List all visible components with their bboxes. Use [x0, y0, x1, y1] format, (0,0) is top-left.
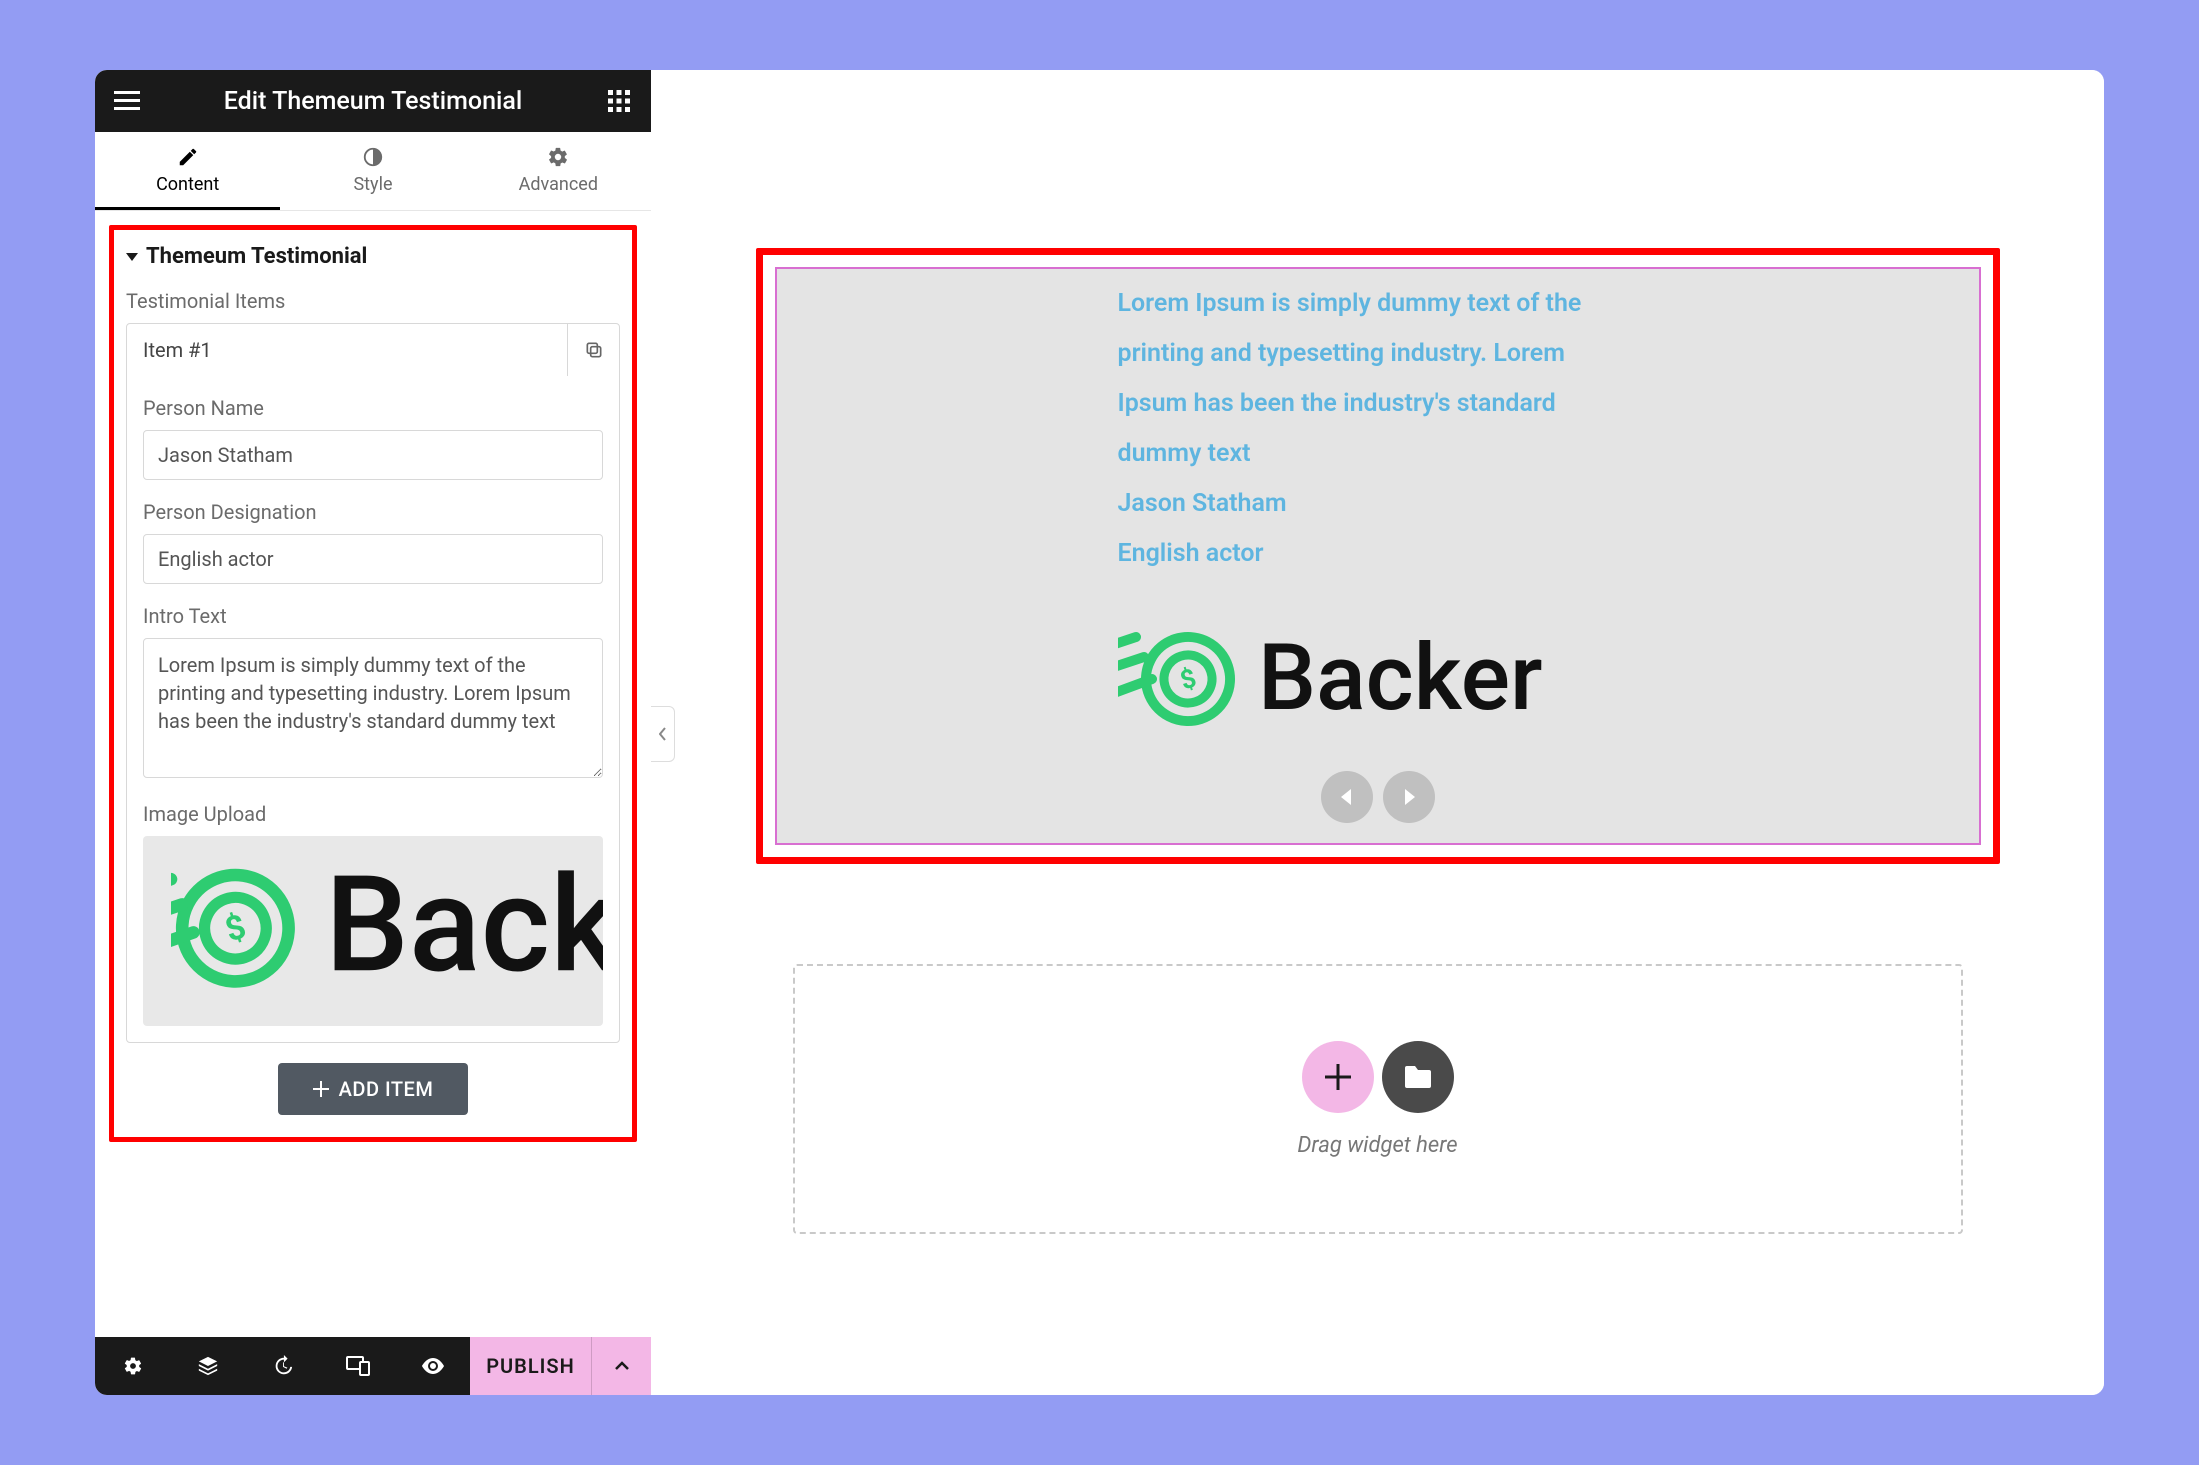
testimonial-designation: English actor	[1118, 529, 1638, 579]
slider-next-button[interactable]	[1383, 771, 1435, 823]
add-item-button[interactable]: ADD ITEM	[278, 1063, 468, 1115]
uploaded-image-preview: $ Back	[171, 837, 603, 1025]
intro-textarea[interactable]: Lorem Ipsum is simply dummy text of the …	[143, 638, 603, 778]
dropzone-text: Drag widget here	[1297, 1133, 1457, 1158]
logo-text: Backer	[1258, 625, 1543, 732]
template-library-button[interactable]	[1382, 1041, 1454, 1113]
designation-label: Person Designation	[143, 500, 603, 524]
designation-input[interactable]	[143, 534, 603, 584]
person-name-label: Person Name	[143, 396, 603, 420]
pencil-icon	[95, 146, 280, 168]
tab-content[interactable]: Content	[95, 132, 280, 210]
svg-text:Back: Back	[325, 848, 603, 1003]
panel-body: Themeum Testimonial Testimonial Items It…	[95, 211, 651, 1337]
widgets-grid-icon[interactable]	[601, 83, 637, 119]
sidebar-title: Edit Themeum Testimonial	[145, 87, 601, 116]
plus-icon	[1325, 1064, 1351, 1090]
image-upload-label: Image Upload	[143, 802, 603, 826]
testimonial-name: Jason Statham	[1118, 479, 1638, 529]
image-upload-area[interactable]: $ Back	[143, 836, 603, 1026]
items-label: Testimonial Items	[126, 289, 620, 313]
drop-zone[interactable]: Drag widget here	[793, 964, 1963, 1234]
highlight-box-canvas: Lorem Ipsum is simply dummy text of the …	[756, 248, 2000, 864]
testimonial-widget[interactable]: Lorem Ipsum is simply dummy text of the …	[775, 267, 1981, 845]
section-title: Themeum Testimonial	[146, 244, 367, 269]
canvas: Lorem Ipsum is simply dummy text of the …	[651, 70, 2104, 1395]
section-header[interactable]: Themeum Testimonial	[126, 244, 620, 269]
tab-style[interactable]: Style	[280, 132, 465, 210]
repeater-item-title: Item #1	[127, 338, 567, 362]
testimonial-content: Lorem Ipsum is simply dummy text of the …	[1118, 279, 1638, 579]
repeater-item-body: Person Name Person Designation Intro Tex…	[127, 376, 619, 1042]
bottom-toolbar: PUBLISH	[95, 1337, 651, 1395]
add-section-button[interactable]	[1302, 1041, 1374, 1113]
testimonial-image: $ Backer	[797, 607, 1959, 747]
slider-navigation	[797, 771, 1959, 823]
dropzone-buttons	[1302, 1041, 1454, 1113]
highlight-box-sidebar: Themeum Testimonial Testimonial Items It…	[109, 225, 637, 1142]
publish-button[interactable]: PUBLISH	[470, 1337, 591, 1395]
sidebar-collapse-handle[interactable]	[651, 706, 675, 762]
repeater-item: Item #1 Person Name Person Designation I…	[126, 323, 620, 1043]
tab-advanced[interactable]: Advanced	[466, 132, 651, 210]
person-name-input[interactable]	[143, 430, 603, 480]
publish-label: PUBLISH	[486, 1354, 575, 1378]
tab-label: Content	[156, 174, 219, 195]
repeater-item-header[interactable]: Item #1	[127, 324, 619, 376]
publish-options-button[interactable]	[591, 1337, 651, 1395]
contrast-icon	[280, 146, 465, 168]
intro-label: Intro Text	[143, 604, 603, 628]
tab-label: Advanced	[519, 174, 598, 195]
folder-icon	[1405, 1066, 1431, 1088]
sidebar-header: Edit Themeum Testimonial	[95, 70, 651, 132]
caret-down-icon	[126, 253, 138, 261]
editor-sidebar: Edit Themeum Testimonial Content Style	[95, 70, 651, 1395]
duplicate-icon[interactable]	[567, 324, 619, 376]
responsive-icon[interactable]	[320, 1337, 395, 1395]
hamburger-icon[interactable]	[109, 83, 145, 119]
editor-tabs: Content Style Advanced	[95, 132, 651, 211]
navigator-icon[interactable]	[170, 1337, 245, 1395]
app-frame: Edit Themeum Testimonial Content Style	[95, 70, 2104, 1395]
svg-text:$: $	[1176, 663, 1199, 696]
preview-icon[interactable]	[395, 1337, 470, 1395]
tab-label: Style	[353, 174, 392, 195]
slider-prev-button[interactable]	[1321, 771, 1373, 823]
svg-text:$: $	[220, 907, 250, 950]
gear-icon	[466, 146, 651, 168]
add-item-label: ADD ITEM	[339, 1077, 434, 1101]
testimonial-intro: Lorem Ipsum is simply dummy text of the …	[1118, 279, 1638, 479]
history-icon[interactable]	[245, 1337, 320, 1395]
settings-icon[interactable]	[95, 1337, 170, 1395]
plus-icon	[313, 1081, 329, 1097]
